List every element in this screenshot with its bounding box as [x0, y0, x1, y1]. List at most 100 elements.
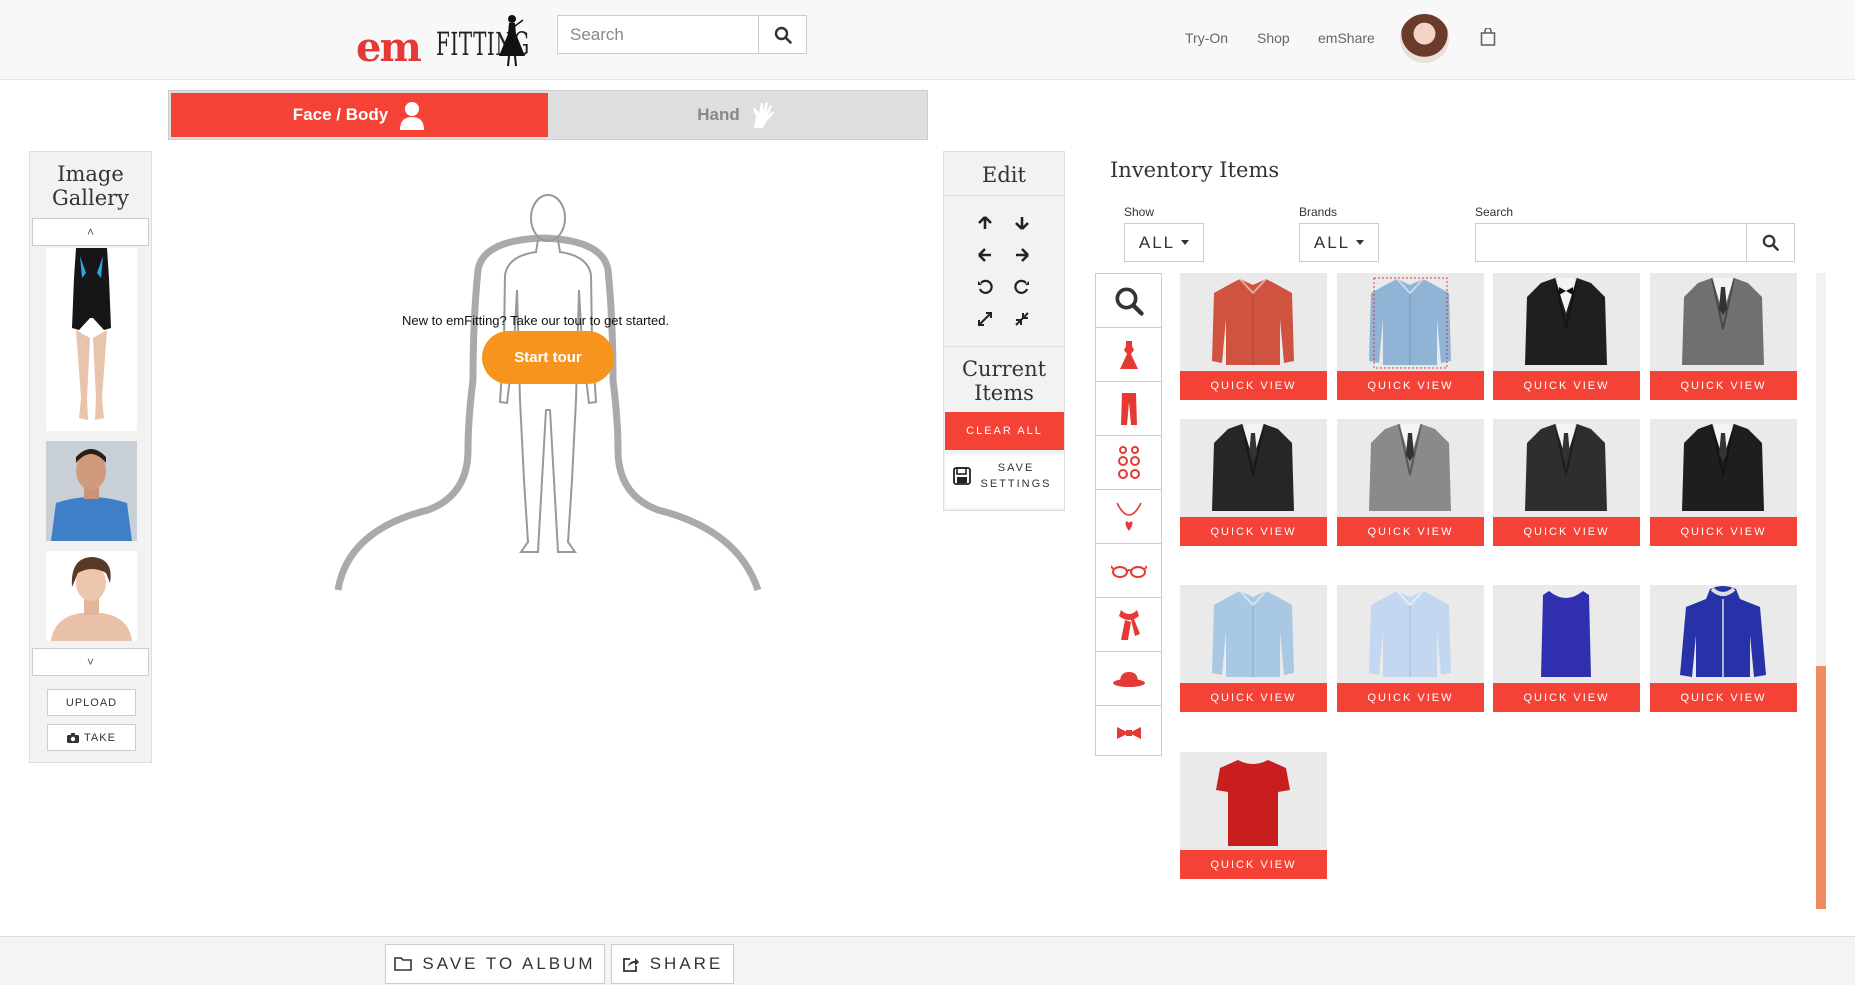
gallery-image-woman[interactable] — [46, 551, 137, 641]
quick-view-button[interactable]: QUICK VIEW — [1180, 517, 1327, 546]
save-settings-label: SAVE SETTINGS — [980, 462, 1052, 490]
brands-filter-select[interactable]: ALL — [1299, 223, 1379, 262]
quick-view-button[interactable]: QUICK VIEW — [1493, 371, 1640, 400]
quick-view-button[interactable]: QUICK VIEW — [1180, 850, 1327, 879]
category-glasses[interactable] — [1096, 544, 1161, 598]
quick-view-button[interactable]: QUICK VIEW — [1650, 683, 1797, 712]
floppy-disk-icon — [953, 467, 971, 485]
hand-icon — [752, 102, 774, 128]
product-card[interactable]: QUICK VIEW — [1180, 273, 1327, 400]
category-earrings[interactable] — [1096, 436, 1161, 490]
share-label: SHARE — [649, 954, 724, 973]
product-card[interactable]: QUICK VIEW — [1337, 585, 1484, 712]
tab-hand[interactable]: Hand — [548, 93, 925, 137]
share-button[interactable]: SHARE — [611, 944, 734, 984]
take-photo-button[interactable]: TAKE — [47, 724, 136, 751]
product-card[interactable]: QUICK VIEW — [1650, 585, 1797, 712]
quick-view-button[interactable]: QUICK VIEW — [1650, 371, 1797, 400]
tab-face-body[interactable]: Face / Body — [171, 93, 548, 137]
arrow-right-icon[interactable] — [1011, 244, 1033, 266]
quick-view-button[interactable]: QUICK VIEW — [1337, 517, 1484, 546]
nav-emshare[interactable]: emShare — [1318, 30, 1375, 46]
category-pants[interactable] — [1096, 382, 1161, 436]
search-button[interactable] — [758, 15, 807, 54]
brands-filter-value: ALL — [1313, 232, 1351, 252]
upload-button[interactable]: UPLOAD — [47, 689, 136, 716]
product-image[interactable] — [1650, 585, 1797, 682]
arrow-left-icon[interactable] — [974, 244, 996, 266]
gallery-image-man[interactable] — [46, 441, 137, 541]
gallery-scroll-down-button[interactable]: ˅ — [32, 648, 149, 676]
product-image[interactable] — [1493, 585, 1640, 682]
product-image[interactable] — [1180, 585, 1327, 682]
quick-view-button[interactable]: QUICK VIEW — [1337, 683, 1484, 712]
avatar[interactable] — [1400, 14, 1449, 63]
inventory-search-button[interactable] — [1746, 223, 1795, 262]
inventory-scrollbar-thumb[interactable] — [1816, 666, 1826, 909]
product-image[interactable] — [1337, 419, 1484, 516]
product-card[interactable]: QUICK VIEW — [1650, 273, 1797, 400]
product-image[interactable] — [1650, 273, 1797, 370]
quick-view-button[interactable]: QUICK VIEW — [1493, 517, 1640, 546]
chevron-up-icon: ˄ — [86, 225, 94, 239]
product-card[interactable]: QUICK VIEW — [1180, 585, 1327, 712]
search-input[interactable] — [557, 15, 758, 54]
save-settings-button[interactable]: SAVE SETTINGS — [945, 454, 1064, 508]
product-image[interactable] — [1493, 273, 1640, 370]
product-card[interactable]: QUICK VIEW — [1493, 585, 1640, 712]
mode-tabs: Face / Body Hand — [168, 90, 928, 140]
save-to-album-button[interactable]: SAVE TO ALBUM — [385, 944, 605, 984]
enlarge-icon[interactable] — [974, 308, 996, 330]
chevron-down-icon: ˅ — [86, 655, 94, 669]
product-card[interactable]: QUICK VIEW — [1337, 273, 1484, 400]
product-card[interactable]: QUICK VIEW — [1337, 419, 1484, 546]
rotate-right-icon[interactable] — [1011, 276, 1033, 298]
quick-view-button[interactable]: QUICK VIEW — [1180, 683, 1327, 712]
take-label: TAKE — [84, 731, 116, 744]
gallery-image-swimsuit[interactable] — [46, 248, 137, 431]
clear-all-button[interactable]: CLEAR ALL — [945, 412, 1064, 450]
category-hats[interactable] — [1096, 652, 1161, 706]
category-bow-ties[interactable] — [1096, 706, 1161, 760]
product-image[interactable] — [1493, 419, 1640, 516]
show-filter-select[interactable]: ALL — [1124, 223, 1204, 262]
arrow-down-icon[interactable] — [1011, 212, 1033, 234]
product-card[interactable]: QUICK VIEW — [1180, 752, 1327, 879]
shrink-icon[interactable] — [1011, 308, 1033, 330]
quick-view-button[interactable]: QUICK VIEW — [1650, 517, 1797, 546]
quick-view-button[interactable]: QUICK VIEW — [1493, 683, 1640, 712]
nav-shop[interactable]: Shop — [1257, 30, 1290, 46]
share-icon — [622, 958, 639, 972]
gallery-scroll-up-button[interactable]: ˄ — [32, 218, 149, 246]
product-image[interactable] — [1650, 419, 1797, 516]
lady-silhouette-icon — [499, 15, 525, 67]
category-search[interactable] — [1096, 274, 1161, 328]
product-image[interactable] — [1180, 273, 1327, 370]
category-scarves[interactable] — [1096, 598, 1161, 652]
product-image[interactable] — [1180, 419, 1327, 516]
product-card[interactable]: QUICK VIEW — [1180, 419, 1327, 546]
shopping-bag-icon[interactable] — [1480, 27, 1496, 51]
quick-view-button[interactable]: QUICK VIEW — [1180, 371, 1327, 400]
brands-filter-label: Brands — [1299, 205, 1338, 219]
gallery-title: Image Gallery — [51, 162, 130, 210]
product-card[interactable]: QUICK VIEW — [1493, 273, 1640, 400]
product-image[interactable] — [1337, 273, 1484, 370]
nav-try-on[interactable]: Try-On — [1185, 30, 1228, 46]
clear-all-label: CLEAR ALL — [966, 425, 1043, 437]
category-dresses[interactable] — [1096, 328, 1161, 382]
category-necklaces[interactable] — [1096, 490, 1161, 544]
tab-hand-label: Hand — [697, 105, 740, 124]
inventory-search-input[interactable] — [1475, 223, 1747, 262]
product-image[interactable] — [1180, 752, 1327, 849]
product-image[interactable] — [1337, 585, 1484, 682]
start-tour-button[interactable]: Start tour — [482, 331, 614, 384]
product-card[interactable]: QUICK VIEW — [1650, 419, 1797, 546]
camera-icon — [67, 732, 80, 743]
product-card[interactable]: QUICK VIEW — [1493, 419, 1640, 546]
quick-view-button[interactable]: QUICK VIEW — [1337, 371, 1484, 400]
arrow-up-icon[interactable] — [974, 212, 996, 234]
emfitting-logo[interactable]: em FITTING — [356, 12, 531, 68]
edit-title: Edit — [982, 163, 1026, 187]
rotate-left-icon[interactable] — [974, 276, 996, 298]
